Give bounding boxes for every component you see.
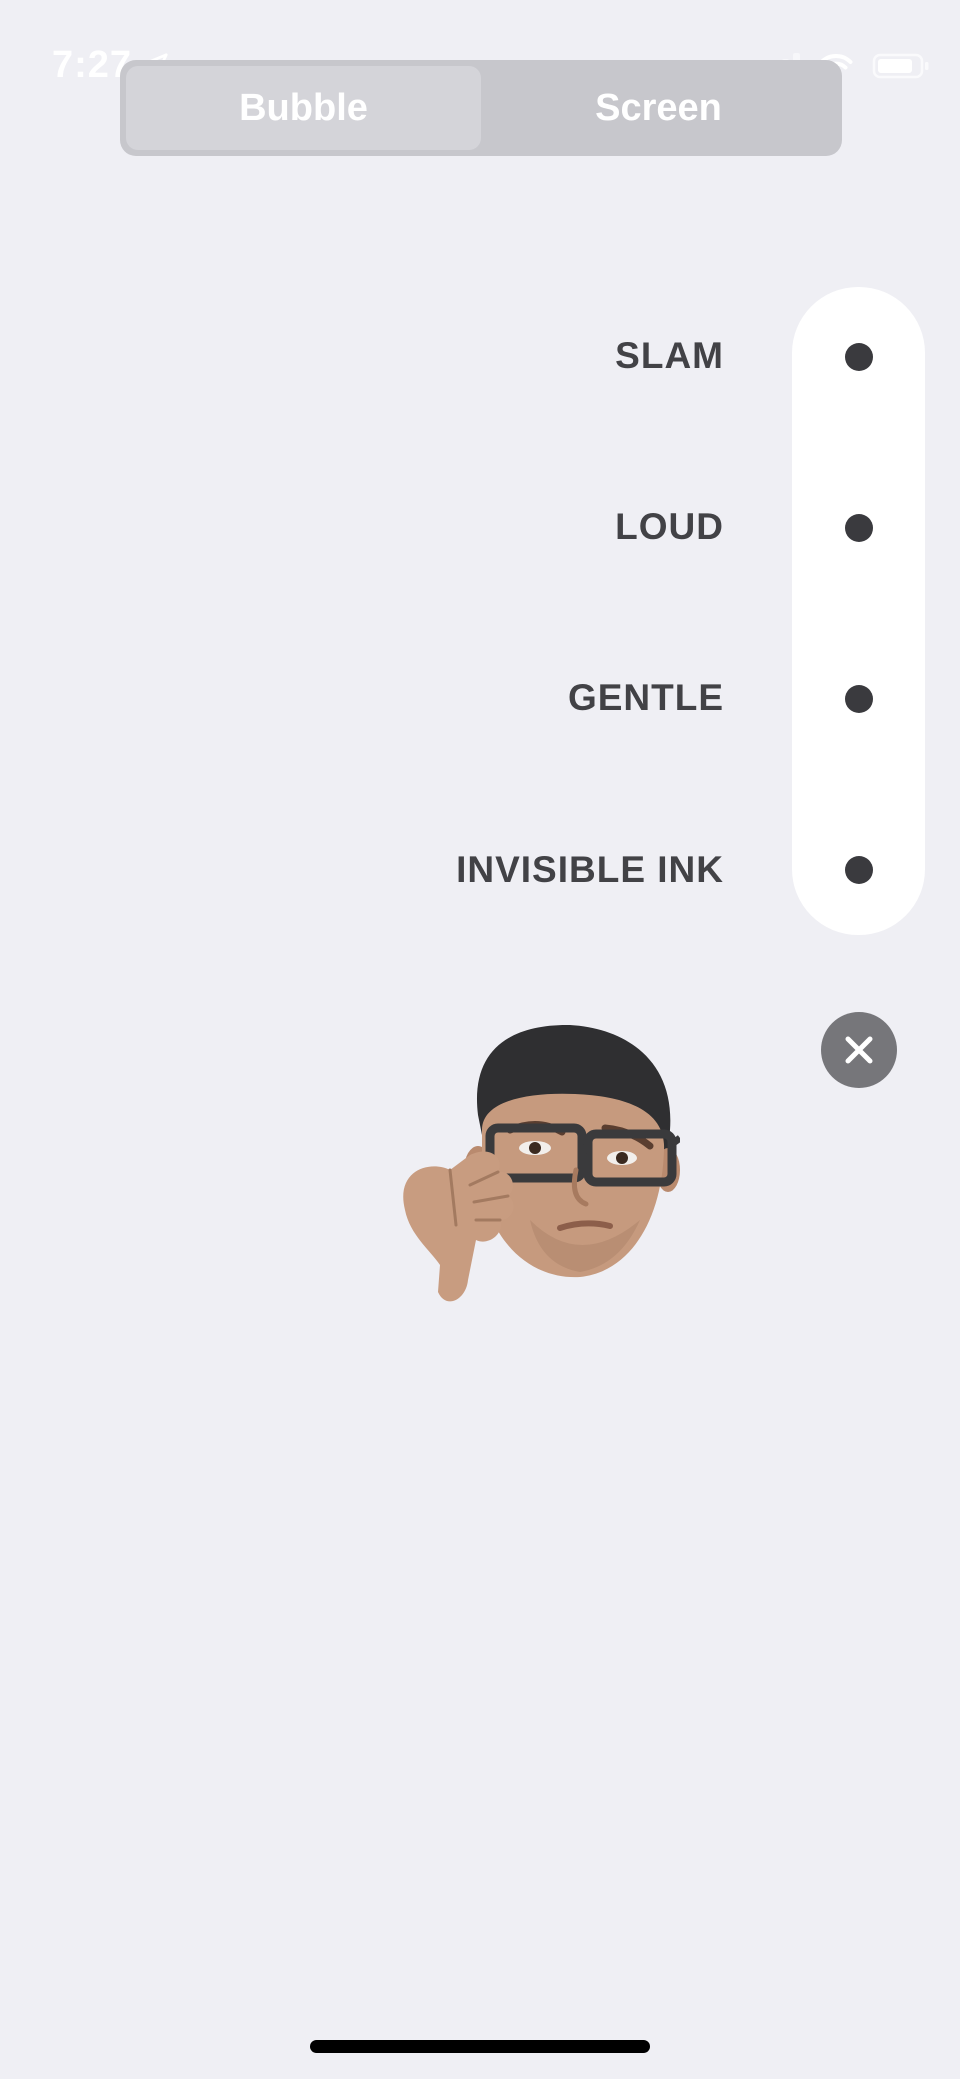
effects-selector-track[interactable]: [792, 287, 925, 935]
home-indicator[interactable]: [310, 2040, 650, 2053]
effect-type-segmented-control: Bubble Screen: [120, 60, 842, 156]
effect-label-loud[interactable]: LOUD: [615, 505, 724, 549]
effect-label-gentle[interactable]: GENTLE: [568, 676, 724, 720]
effect-dot-gentle[interactable]: [845, 685, 873, 713]
effect-label-slam[interactable]: SLAM: [615, 334, 724, 378]
battery-icon: [872, 53, 929, 79]
segment-bubble[interactable]: Bubble: [126, 66, 481, 150]
effect-dot-loud[interactable]: [845, 514, 873, 542]
effect-dot-invisible-ink[interactable]: [845, 856, 873, 884]
segment-screen[interactable]: Screen: [481, 66, 836, 150]
memoji-thumbs-down-icon: [403, 1024, 680, 1302]
close-button[interactable]: [821, 1012, 897, 1088]
close-x-icon: [845, 1036, 873, 1064]
effect-dot-slam[interactable]: [845, 343, 873, 371]
effect-label-invisible-ink[interactable]: INVISIBLE INK: [456, 848, 724, 892]
